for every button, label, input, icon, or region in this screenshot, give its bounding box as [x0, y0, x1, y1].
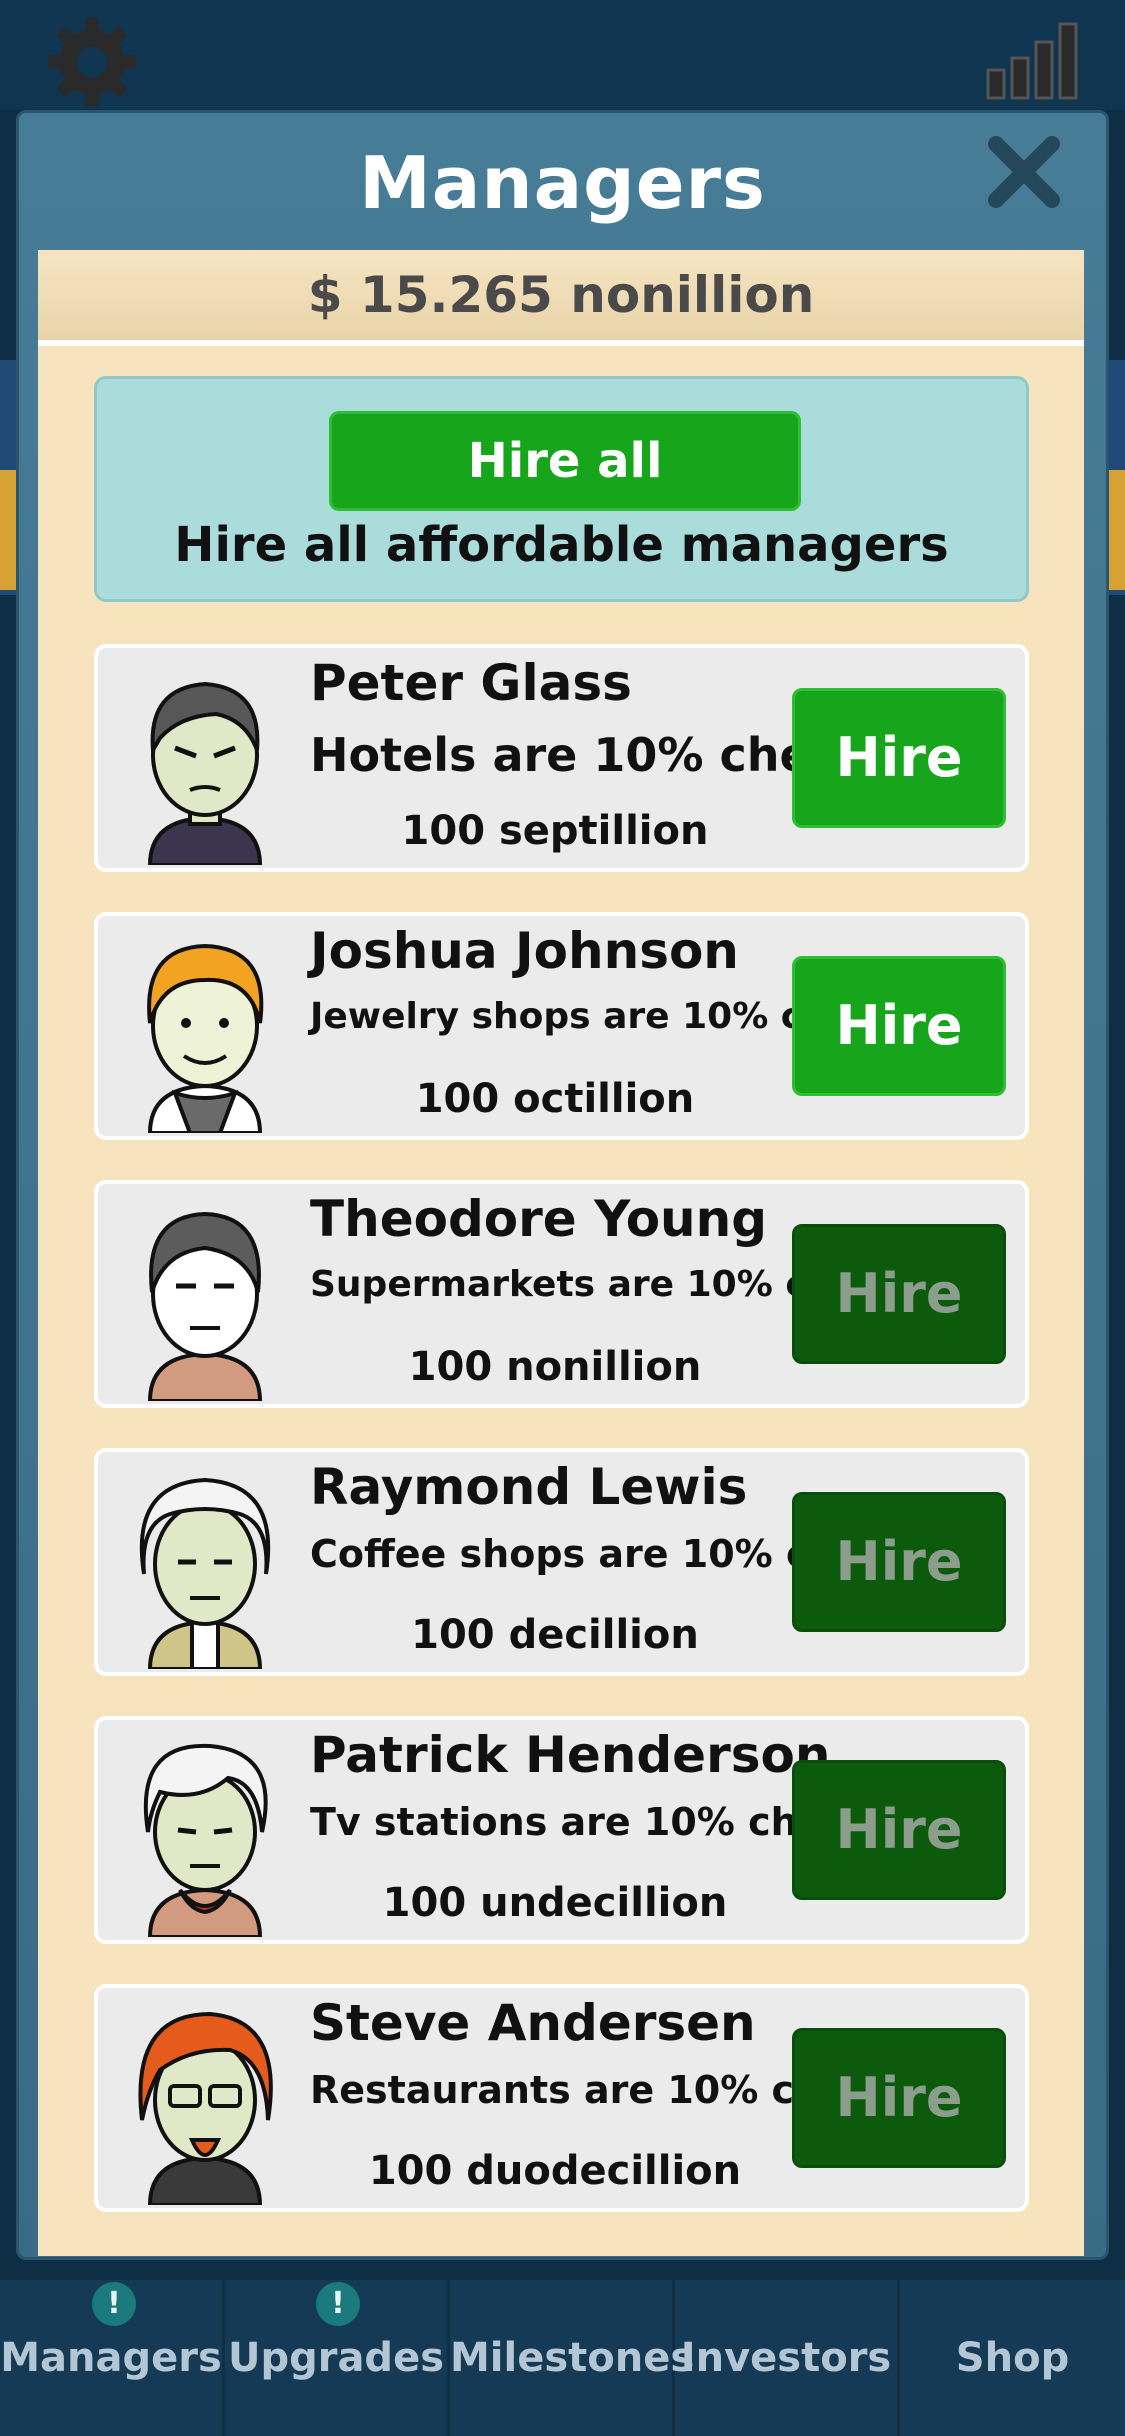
manager-avatar [147, 681, 263, 865]
hire-all-description: Hire all affordable managers [174, 517, 949, 573]
hire-button[interactable]: Hire [792, 2028, 1006, 2168]
hire-button[interactable]: Hire [792, 688, 1006, 828]
hire-all-button[interactable]: Hire all [329, 411, 801, 511]
manager-cost: 100 octillion [415, 1076, 695, 1122]
tab-milestones[interactable]: Milestones [450, 2280, 694, 2436]
manager-name: Theodore Young [310, 1190, 768, 1248]
manager-name: Steve Andersen [310, 1994, 756, 2052]
notification-badge: ! [92, 2282, 136, 2326]
manager-avatar [147, 1211, 263, 1401]
gear-icon[interactable] [44, 14, 140, 110]
close-icon[interactable] [984, 132, 1064, 212]
hire-all-section: Hire all Hire all affordable managers [94, 376, 1029, 602]
manager-cost: 100 nonillion [408, 1344, 702, 1390]
manager-card: Joshua Johnson Jewelry shops are 10% che… [94, 912, 1029, 1140]
manager-name: Joshua Johnson [310, 922, 739, 980]
manager-card: Raymond Lewis Coffee shops are 10% cheap… [94, 1448, 1029, 1676]
hire-button[interactable]: Hire [792, 1760, 1006, 1900]
manager-card: Theodore Young Supermarkets are 10% chea… [94, 1180, 1029, 1408]
tab-shop[interactable]: Shop [900, 2280, 1125, 2436]
manager-cost: 100 decillion [411, 1612, 699, 1658]
hire-button[interactable]: Hire [792, 1224, 1006, 1364]
modal-title: Managers [359, 141, 766, 225]
manager-avatar [138, 2011, 273, 2205]
manager-card: Steve Andersen Restaurants are 10% cheap… [94, 1984, 1029, 2212]
balance-display: $ 15.265 nonillion [38, 250, 1084, 346]
bar-chart-icon[interactable] [984, 20, 1080, 100]
manager-avatar [143, 1743, 268, 1937]
notification-badge: ! [316, 2282, 360, 2326]
manager-card: Patrick Henderson Tv stations are 10% ch… [94, 1716, 1029, 1944]
tab-investors[interactable]: Investors [675, 2280, 900, 2436]
hire-button[interactable]: Hire [792, 1492, 1006, 1632]
manager-cost: 100 undecillion [382, 1880, 728, 1926]
manager-card: Peter Glass Hotels are 10% cheaper 100 s… [94, 644, 1029, 872]
manager-cost: 100 duodecillion [368, 2148, 742, 2194]
top-bar [0, 0, 1125, 110]
manager-name: Patrick Henderson [310, 1726, 831, 1784]
manager-cost: 100 septillion [401, 808, 709, 854]
hire-button[interactable]: Hire [792, 956, 1006, 1096]
manager-avatar [139, 1477, 271, 1669]
manager-name: Raymond Lewis [310, 1458, 748, 1516]
manager-name: Peter Glass [310, 654, 632, 712]
manager-avatar [147, 943, 264, 1133]
